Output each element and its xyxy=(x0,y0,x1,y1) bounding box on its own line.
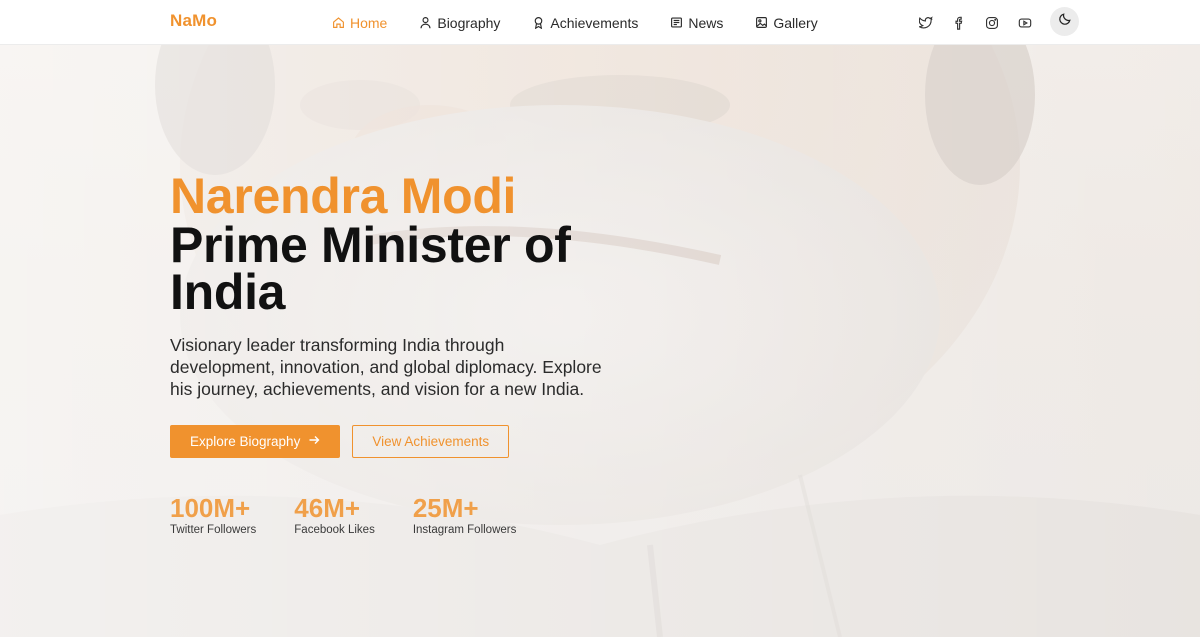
nav-item-label: Home xyxy=(350,14,388,31)
nav-links: Home Biography Achievements News Gallery xyxy=(332,0,850,45)
twitter-link[interactable] xyxy=(916,13,936,33)
facebook-icon xyxy=(952,16,966,30)
nav-item-label: News xyxy=(688,14,724,31)
hero-description: Visionary leader transforming India thro… xyxy=(170,335,602,399)
user-icon xyxy=(419,16,432,29)
hero-name: Narendra Modi xyxy=(170,168,517,224)
nav-item-label: Achievements xyxy=(550,14,639,31)
stat-instagram: 25M+ Instagram Followers xyxy=(413,494,517,536)
nav-item-news[interactable]: News xyxy=(670,15,723,31)
stat-value: 25M+ xyxy=(412,493,479,523)
youtube-link[interactable] xyxy=(1015,13,1035,33)
hero-buttons: Explore Biography View Achievements xyxy=(170,425,630,458)
instagram-icon xyxy=(985,16,999,30)
nav-item-label: Biography xyxy=(437,14,501,31)
youtube-icon xyxy=(1018,16,1032,30)
instagram-link[interactable] xyxy=(982,13,1002,33)
newspaper-icon xyxy=(670,16,683,29)
stat-value: 100M+ xyxy=(170,493,251,523)
facebook-link[interactable] xyxy=(949,13,969,33)
award-icon xyxy=(532,16,545,29)
theme-toggle-button[interactable] xyxy=(1050,7,1079,36)
explore-biography-button[interactable]: Explore Biography xyxy=(170,425,341,458)
social-links xyxy=(916,0,1048,45)
twitter-icon xyxy=(919,15,933,30)
navbar: NaMo Home Biography Achievements News Ga… xyxy=(0,0,1200,45)
arrow-right-icon xyxy=(308,434,320,449)
view-achievements-button[interactable]: View Achievements xyxy=(352,425,510,458)
home-icon xyxy=(332,16,345,29)
stat-value: 46M+ xyxy=(294,493,361,523)
moon-icon xyxy=(1058,12,1072,31)
stat-label: Twitter Followers xyxy=(170,524,257,536)
nav-item-achievements[interactable]: Achievements xyxy=(532,15,638,31)
brand-logo[interactable]: NaMo xyxy=(170,11,217,31)
nav-item-gallery[interactable]: Gallery xyxy=(755,14,818,31)
stat-twitter: 100M+ Twitter Followers xyxy=(170,494,256,536)
stats-row: 100M+ Twitter Followers 46M+ Facebook Li… xyxy=(170,494,630,536)
button-label: Explore Biography xyxy=(190,434,301,449)
hero-section: Narendra Modi Prime Minister of India Vi… xyxy=(170,170,630,536)
stat-label: Instagram Followers xyxy=(412,524,517,536)
nav-item-home[interactable]: Home xyxy=(332,15,387,31)
hero-title: Prime Minister of India xyxy=(170,217,571,320)
nav-item-biography[interactable]: Biography xyxy=(419,15,500,31)
image-icon xyxy=(755,16,768,29)
nav-item-label: Gallery xyxy=(773,14,818,31)
stat-label: Facebook Likes xyxy=(294,524,375,536)
stat-facebook: 46M+ Facebook Likes xyxy=(294,494,375,536)
